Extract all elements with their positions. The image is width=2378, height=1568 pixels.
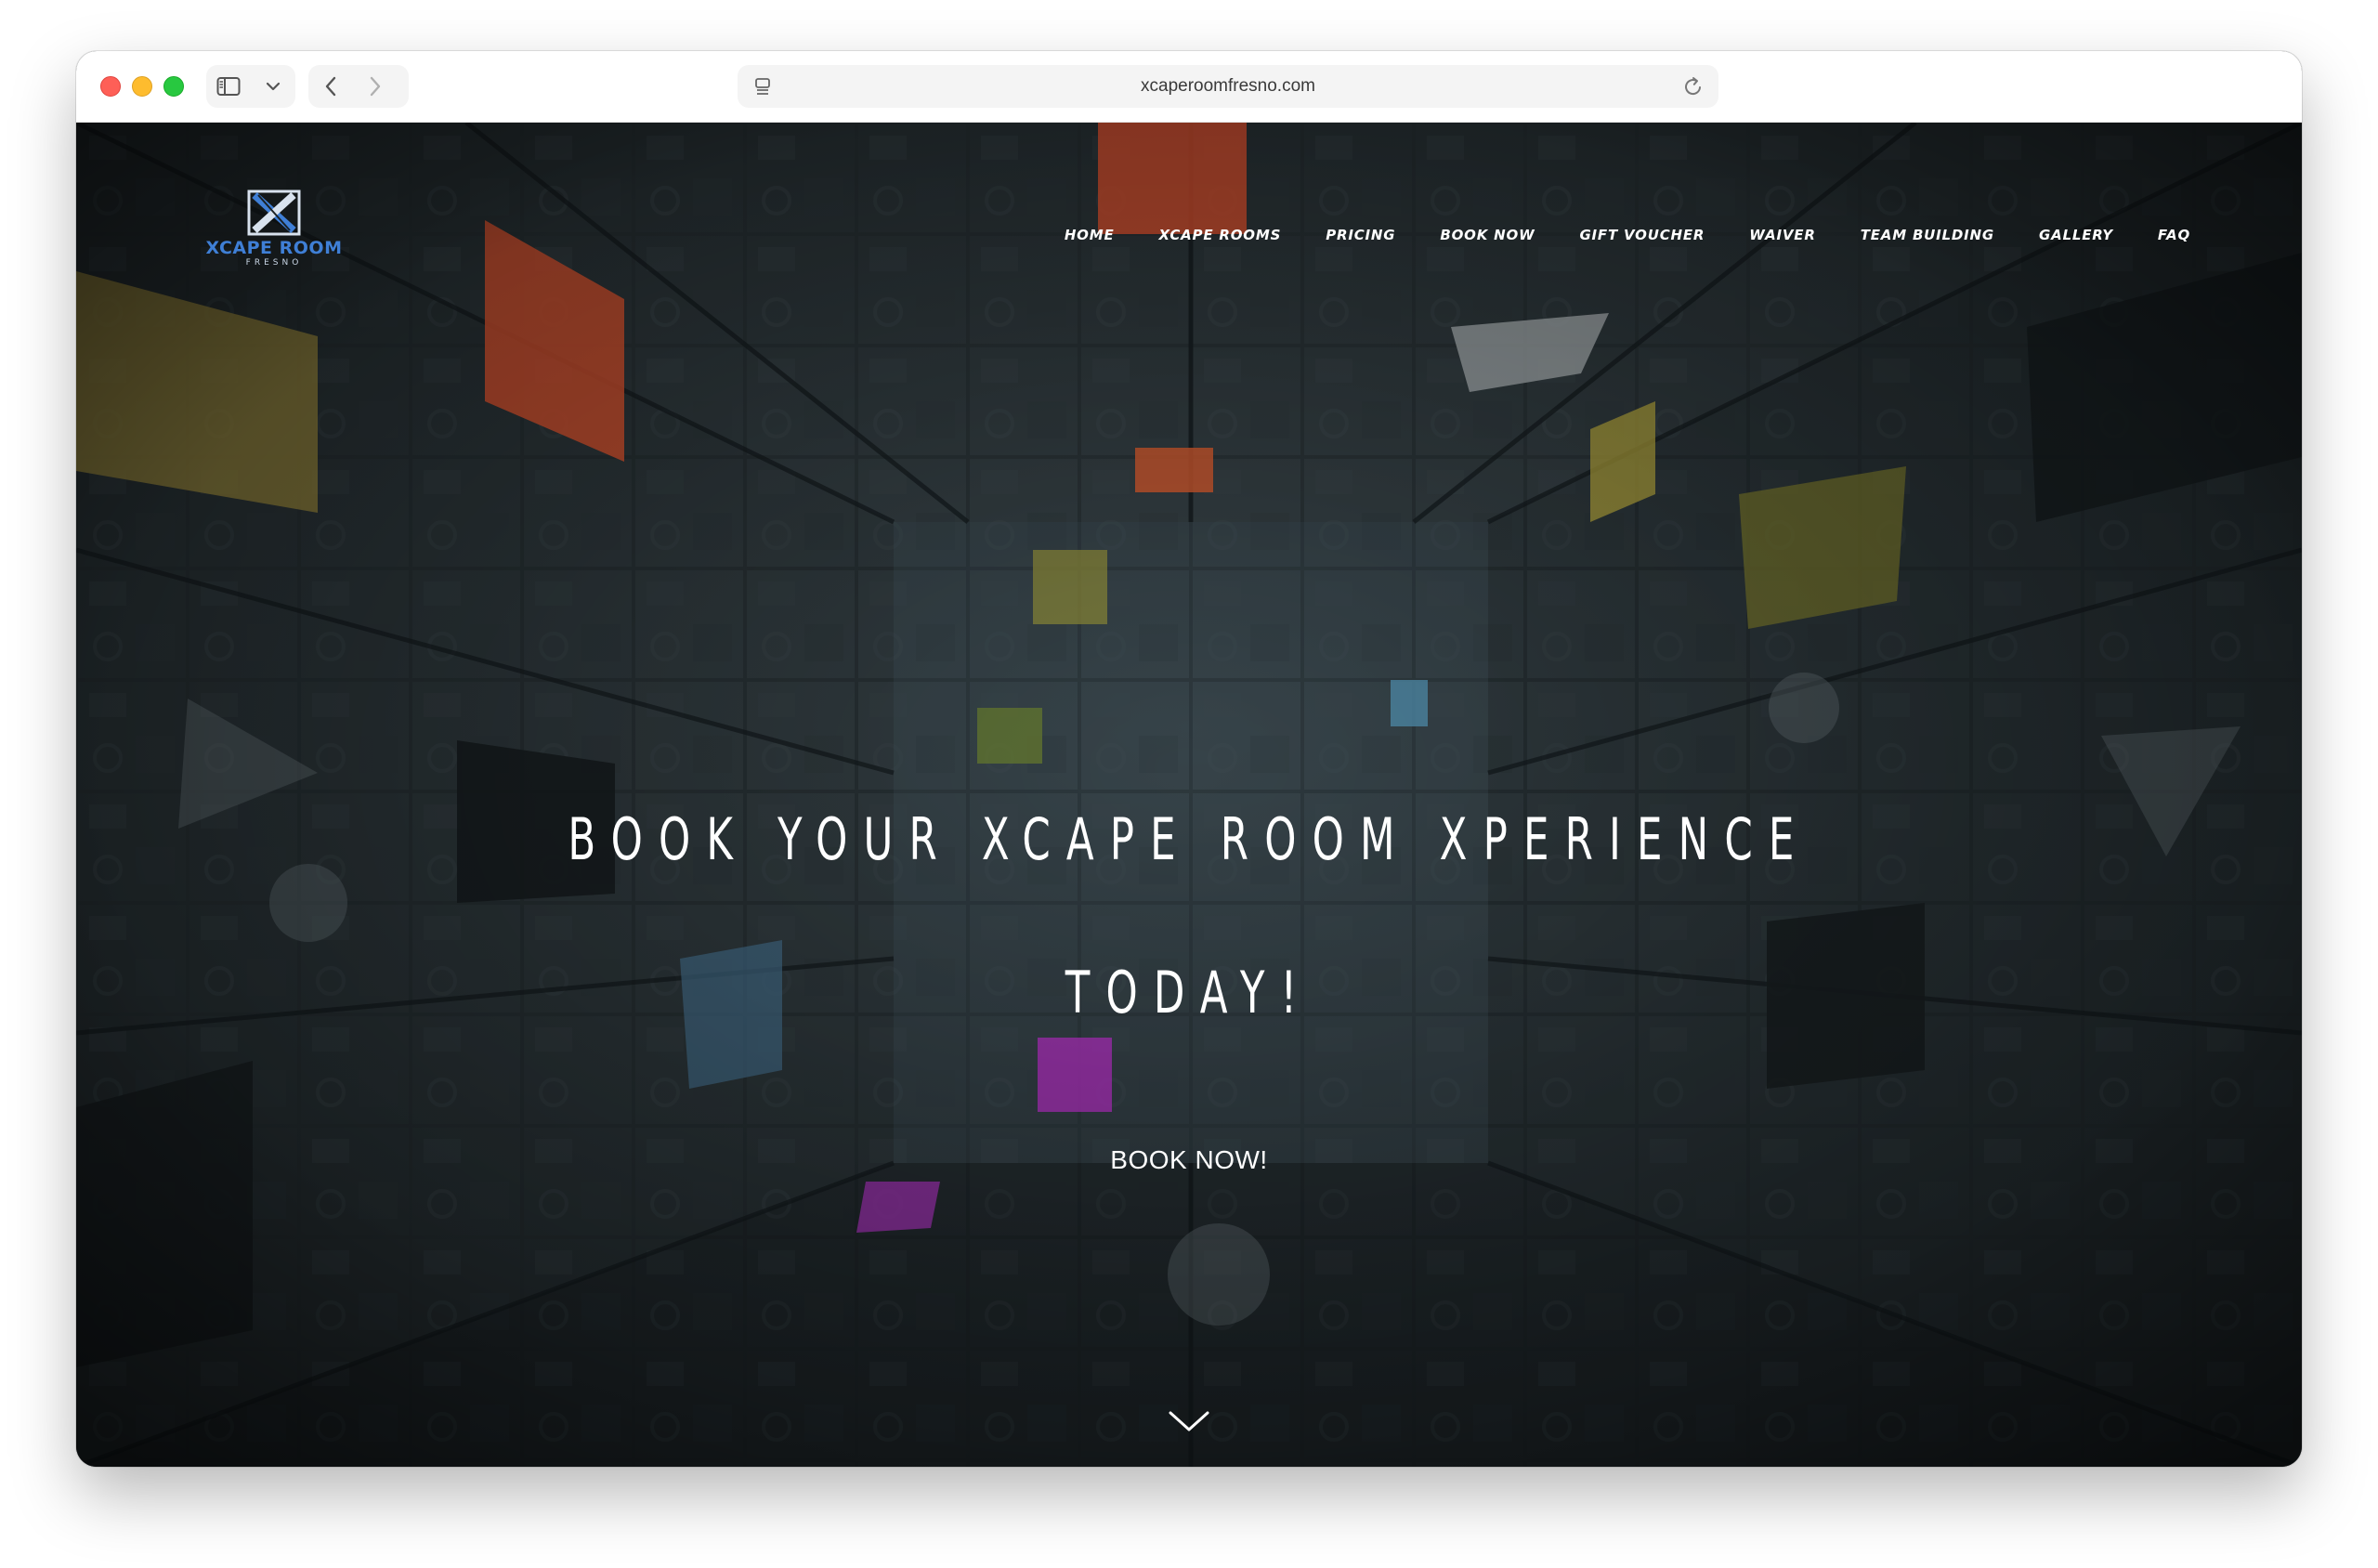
nav-item-gift-voucher[interactable]: GIFT VOUCHER (1579, 227, 1705, 243)
main-nav: HOME XCAPE ROOMS PRICING BOOK NOW GIFT V… (1020, 227, 2190, 243)
hero-title-line1: BOOK YOUR XCAPE ROOM XPERIENCE (568, 805, 1810, 873)
minimize-window-button[interactable] (132, 76, 152, 97)
nav-item-faq[interactable]: FAQ (2158, 227, 2190, 243)
sidebar-icon[interactable] (206, 65, 251, 108)
address-url: xcaperoomfresno.com (1141, 76, 1315, 96)
nav-item-pricing[interactable]: PRICING (1326, 227, 1395, 243)
chevron-down-icon[interactable] (251, 65, 295, 108)
nav-item-xcape-rooms[interactable]: XCAPE ROOMS (1159, 227, 1282, 243)
nav-item-gallery[interactable]: GALLERY (2039, 227, 2113, 243)
sidebar-toggle-group (206, 65, 295, 108)
site-logo[interactable]: XCAPE ROOM FRESNO (204, 189, 344, 273)
book-now-button[interactable]: BOOK NOW! (1096, 1137, 1282, 1183)
back-arrow-icon[interactable] (308, 65, 353, 108)
zoom-window-button[interactable] (163, 76, 184, 97)
nav-item-waiver[interactable]: WAIVER (1749, 227, 1815, 243)
browser-window: xcaperoomfresno.com XCAPE ROOM FRESNO HO… (76, 51, 2302, 1467)
close-window-button[interactable] (100, 76, 121, 97)
nav-item-book-now[interactable]: BOOK NOW (1440, 227, 1535, 243)
history-nav-group (308, 65, 409, 108)
forward-arrow-icon[interactable] (353, 65, 398, 108)
reload-icon[interactable] (1683, 75, 1704, 102)
logo-x-icon (247, 189, 301, 236)
browser-toolbar: xcaperoomfresno.com (76, 51, 2302, 123)
nav-item-home[interactable]: HOME (1065, 227, 1115, 243)
chevron-down-icon[interactable] (1166, 1407, 1212, 1435)
hero-background-image (76, 123, 2302, 1467)
address-bar[interactable]: xcaperoomfresno.com (738, 65, 1718, 108)
nav-item-team-building[interactable]: TEAM BUILDING (1861, 227, 1994, 243)
logo-name: XCAPE ROOM (205, 238, 343, 258)
hero-section: XCAPE ROOM FRESNO HOME XCAPE ROOMS PRICI… (76, 123, 2302, 1467)
logo-sub: FRESNO (245, 258, 303, 268)
hero-title-line2: TODAY! (1065, 959, 1313, 1026)
